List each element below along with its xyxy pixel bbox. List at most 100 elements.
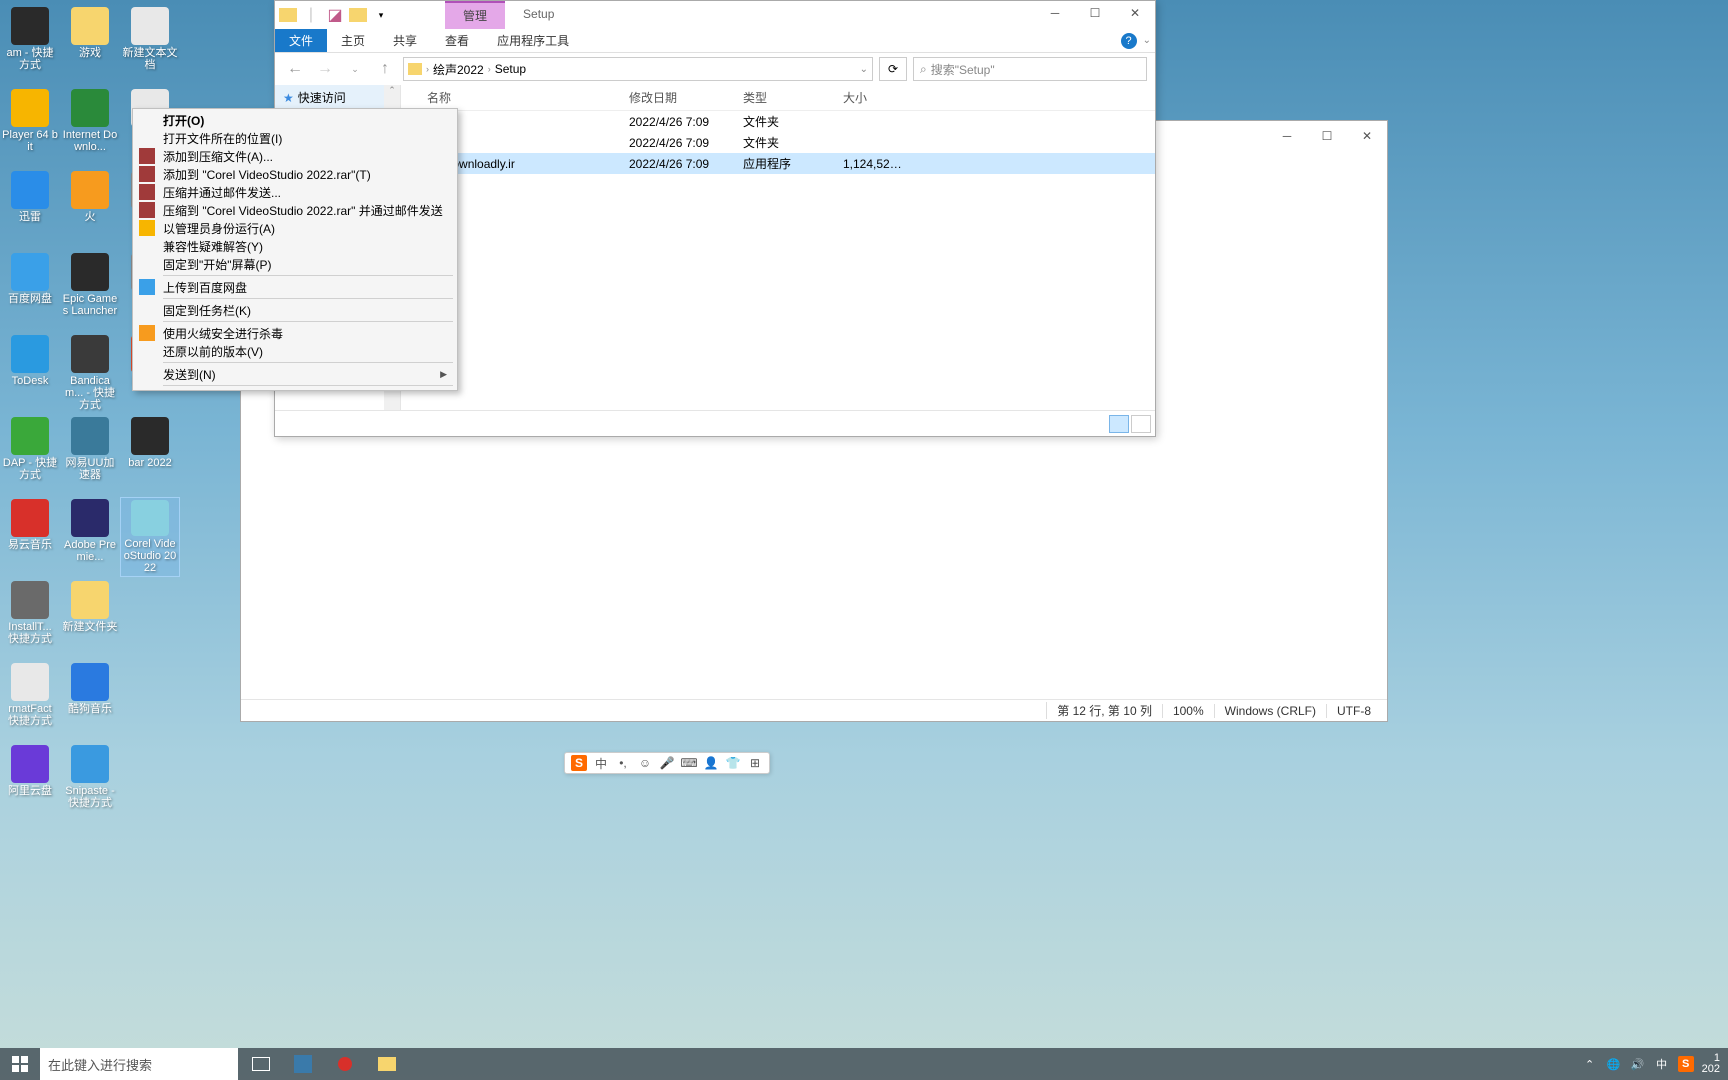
desktop-icon[interactable]: 迅雷	[0, 169, 60, 249]
desktop-icon[interactable]: ToDesk	[0, 333, 60, 413]
taskbar-app[interactable]	[284, 1048, 322, 1080]
context-menu-item[interactable]: 兼容性疑难解答(Y)	[135, 237, 455, 255]
address-dropdown-icon[interactable]: ⌄	[860, 64, 868, 75]
ribbon-context-manage[interactable]: 管理	[445, 1, 505, 29]
file-row[interactable]: non 2022/4/26 7:09 文件夹	[401, 111, 1155, 132]
context-menu-item[interactable]: 以管理员身份运行(A)	[135, 219, 455, 237]
task-view-button[interactable]	[242, 1048, 280, 1080]
desktop-icon[interactable]: bar 2022	[120, 415, 180, 495]
ime-button[interactable]: 🎤	[659, 755, 675, 771]
context-menu-item[interactable]: 使用火绒安全进行杀毒	[135, 324, 455, 342]
ime-button[interactable]: •,	[615, 755, 631, 771]
ime-button[interactable]: S	[571, 755, 587, 771]
context-menu-item[interactable]: 压缩并通过邮件发送...	[135, 183, 455, 201]
ribbon-tab[interactable]: 应用程序工具	[483, 29, 583, 52]
column-date[interactable]: 修改日期	[629, 89, 743, 106]
minimize-button[interactable]: ─	[1267, 124, 1307, 148]
desktop-icon[interactable]: 火	[60, 169, 120, 249]
large-icons-view-button[interactable]	[1131, 415, 1151, 433]
column-type[interactable]: 类型	[743, 89, 843, 106]
desktop-icon[interactable]: 游戏	[60, 5, 120, 85]
ribbon-collapse-icon[interactable]: ⌄	[1143, 35, 1151, 46]
desktop-icon[interactable]	[120, 661, 180, 741]
context-menu-item[interactable]: 上传到百度网盘	[135, 278, 455, 296]
context-menu: 打开(O)打开文件所在的位置(I)添加到压缩文件(A)...添加到 "Corel…	[132, 108, 458, 391]
ime-button[interactable]: 中	[593, 755, 609, 771]
ribbon-tab[interactable]: 文件	[275, 29, 327, 52]
taskbar-explorer[interactable]	[368, 1048, 406, 1080]
desktop-icon[interactable]: rmatFact 快捷方式	[0, 661, 60, 741]
breadcrumb-segment[interactable]: Setup	[491, 62, 530, 76]
ribbon-tab[interactable]: 共享	[379, 29, 431, 52]
context-menu-item[interactable]: 添加到 "Corel VideoStudio 2022.rar"(T)	[135, 165, 455, 183]
recent-dropdown[interactable]: ⌄	[343, 57, 367, 81]
quick-access-item[interactable]: ★ 快速访问	[275, 85, 400, 110]
minimize-button[interactable]: ─	[1035, 1, 1075, 25]
context-menu-item[interactable]: 固定到"开始"屏幕(P)	[135, 255, 455, 273]
dropdown-icon[interactable]: ▾	[371, 5, 391, 25]
file-row[interactable]: te_Downloadly.ir 2022/4/26 7:09 应用程序 1,1…	[401, 153, 1155, 174]
column-size[interactable]: 大小	[843, 89, 903, 106]
maximize-button[interactable]: ☐	[1307, 124, 1347, 148]
taskbar-record-app[interactable]	[326, 1048, 364, 1080]
ribbon-tab[interactable]: 主页	[327, 29, 379, 52]
up-button[interactable]: ↑	[373, 57, 397, 81]
taskbar-search[interactable]: 在此键入进行搜索	[40, 1048, 238, 1080]
ime-toolbar[interactable]: S中 •, ☺ 🎤 ⌨ 👤 👕 ⊞	[564, 752, 770, 774]
sogou-icon[interactable]: S	[1678, 1056, 1694, 1072]
desktop-icon[interactable]: am - 快捷方式	[0, 5, 60, 85]
desktop-icon[interactable]: Player 64 bit	[0, 87, 60, 167]
column-headers[interactable]: 名称 修改日期 类型 大小	[401, 85, 1155, 111]
forward-button[interactable]: →	[313, 57, 337, 81]
maximize-button[interactable]: ☐	[1075, 1, 1115, 25]
desktop-icon[interactable]: 易云音乐	[0, 497, 60, 577]
desktop-icon[interactable]: Snipaste - 快捷方式	[60, 743, 120, 823]
column-name[interactable]: 名称	[409, 89, 629, 106]
close-button[interactable]: ✕	[1115, 1, 1155, 25]
desktop-icon[interactable]: 百度网盘	[0, 251, 60, 331]
desktop-icon[interactable]: Epic Games Launcher	[60, 251, 120, 331]
context-menu-item[interactable]: 还原以前的版本(V)	[135, 342, 455, 360]
desktop-icon[interactable]: Internet Downlo...	[60, 87, 120, 167]
context-menu-item[interactable]: 固定到任务栏(K)	[135, 301, 455, 319]
refresh-button[interactable]: ⟳	[879, 57, 907, 81]
desktop-icon[interactable]: 酷狗音乐	[60, 661, 120, 741]
tray-overflow-icon[interactable]: ⌃	[1582, 1056, 1598, 1072]
close-button[interactable]: ✕	[1347, 124, 1387, 148]
desktop-icon[interactable]: Bandicam... - 快捷方式	[60, 333, 120, 413]
desktop-icon[interactable]: Adobe Premie...	[60, 497, 120, 577]
desktop-icon[interactable]: 新建文本文档	[120, 5, 180, 85]
ime-button[interactable]: ⌨	[681, 755, 697, 771]
network-icon[interactable]: 🌐	[1606, 1056, 1622, 1072]
properties-icon[interactable]: ◪	[325, 5, 345, 25]
desktop-icon[interactable]: 阿里云盘	[0, 743, 60, 823]
ribbon-tab[interactable]: 查看	[431, 29, 483, 52]
context-menu-item[interactable]: 打开文件所在的位置(I)	[135, 129, 455, 147]
breadcrumb-segment[interactable]: 绘声2022	[429, 61, 488, 78]
desktop-icon[interactable]: InstallT... 快捷方式	[0, 579, 60, 659]
context-menu-item[interactable]: 压缩到 "Corel VideoStudio 2022.rar" 并通过邮件发送	[135, 201, 455, 219]
search-box[interactable]: ⌕ 搜索"Setup"	[913, 57, 1147, 81]
desktop-icon[interactable]: 新建文件夹	[60, 579, 120, 659]
ime-indicator[interactable]: 中	[1654, 1056, 1670, 1072]
start-button[interactable]	[0, 1048, 40, 1080]
ime-button[interactable]: 👤	[703, 755, 719, 771]
volume-icon[interactable]: 🔊	[1630, 1056, 1646, 1072]
back-button[interactable]: ←	[283, 57, 307, 81]
desktop-icon[interactable]: DAP - 快捷方式	[0, 415, 60, 495]
ime-button[interactable]: ⊞	[747, 755, 763, 771]
desktop-icon[interactable]: 网易UU加速器	[60, 415, 120, 495]
ime-button[interactable]: 👕	[725, 755, 741, 771]
explorer-titlebar[interactable]: | ◪ ▾ 管理 Setup ─ ☐ ✕	[275, 1, 1155, 29]
desktop-icon[interactable]	[120, 579, 180, 659]
context-menu-item[interactable]: 打开(O)	[135, 111, 455, 129]
details-view-button[interactable]	[1109, 415, 1129, 433]
file-row[interactable]: te 2022/4/26 7:09 文件夹	[401, 132, 1155, 153]
ime-button[interactable]: ☺	[637, 755, 653, 771]
address-bar[interactable]: › 绘声2022 › Setup ⌄	[403, 57, 873, 81]
context-menu-item[interactable]: 添加到压缩文件(A)...	[135, 147, 455, 165]
desktop-icon[interactable]: Corel VideoStudio 2022	[120, 497, 180, 577]
clock[interactable]: 1 202	[1702, 1053, 1720, 1075]
help-icon[interactable]: ?	[1121, 33, 1137, 49]
context-menu-item[interactable]: 发送到(N)▶	[135, 365, 455, 383]
